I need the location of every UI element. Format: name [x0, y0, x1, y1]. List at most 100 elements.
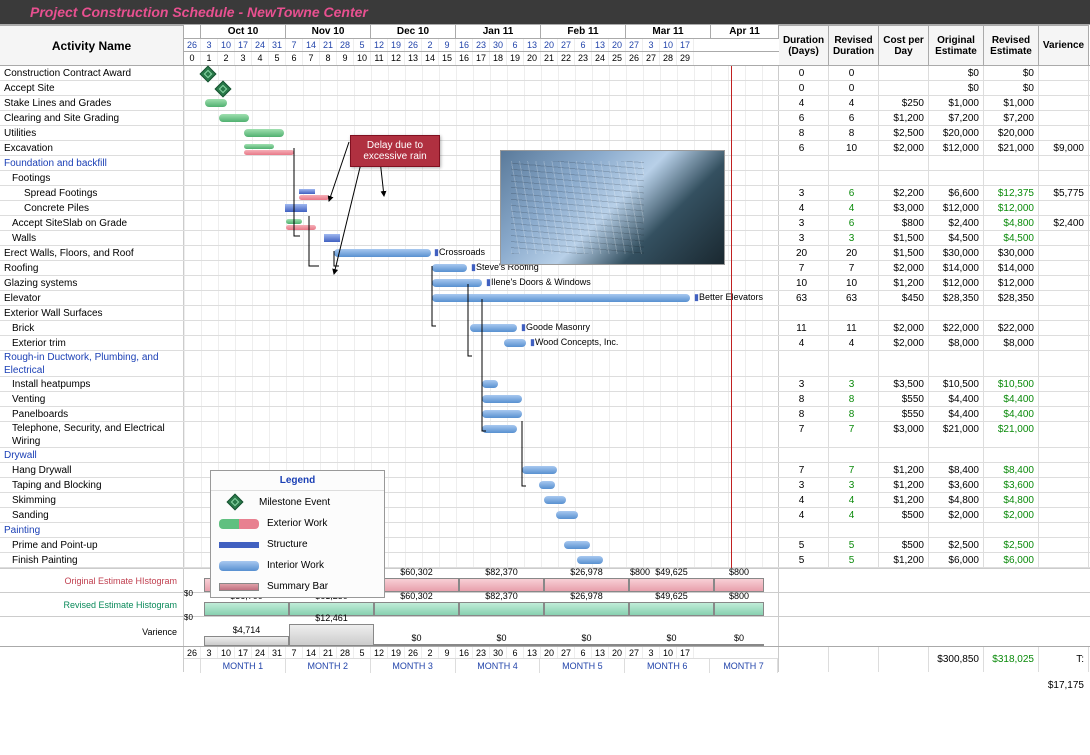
footer-month: MONTH 5 [540, 659, 625, 673]
gantt-bar[interactable] [299, 189, 315, 194]
total-oe: $300,850 [929, 647, 984, 672]
gantt-bar[interactable] [504, 339, 526, 347]
gantt-bar[interactable] [285, 204, 307, 212]
gantt-bar[interactable] [482, 410, 522, 418]
week-num: 1 [201, 52, 218, 65]
task-row[interactable]: Prime and Point-up55$500$2,500$2,500 [0, 538, 1090, 553]
gantt-bar[interactable] [556, 511, 578, 519]
hist-bar: $4,714 [204, 636, 289, 646]
task-resource-label: ▮Crossroads [434, 247, 485, 258]
task-label: Utilities [0, 126, 184, 140]
exterior-swatch-icon [219, 519, 259, 529]
task-row[interactable]: Elevator▮Better Elevators6363$450$28,350… [0, 291, 1090, 306]
gantt-bar[interactable] [432, 279, 482, 287]
gantt-bar[interactable] [324, 234, 340, 242]
task-row[interactable]: Glazing systems▮Ilene's Doors & Windows1… [0, 276, 1090, 291]
task-row[interactable]: Install heatpumps33$3,500$10,500$10,500 [0, 377, 1090, 392]
col-duration[interactable]: Duration (Days) [779, 25, 829, 65]
week-day: 26 [405, 39, 422, 51]
task-label: Walls [0, 231, 184, 245]
gantt-bar[interactable] [244, 150, 294, 155]
gantt-bar[interactable] [244, 129, 284, 137]
week-num: 2 [218, 52, 235, 65]
gantt-bar[interactable] [299, 195, 329, 200]
delay-note: Delay due to excessive rain [350, 135, 440, 167]
interior-swatch-icon [219, 561, 259, 571]
week-day: 21 [320, 39, 337, 51]
week-day: 10 [218, 39, 235, 51]
task-row[interactable]: Brick▮Goode Masonry1111$2,000$22,000$22,… [0, 321, 1090, 336]
week-day: 27 [558, 39, 575, 51]
col-re[interactable]: Revised Estimate [984, 25, 1039, 65]
task-row[interactable]: Finish Painting55$1,200$6,000$6,000 [0, 553, 1090, 568]
hist-bar: $26,978 [544, 602, 629, 616]
task-row[interactable]: Construction Contract Award00$0$0 [0, 66, 1090, 81]
var-hist-label: Varience [0, 617, 184, 646]
week-day: 20 [541, 39, 558, 51]
week-day: 31 [269, 39, 286, 51]
hist-bar: $60,302 [374, 578, 459, 592]
week-num: 16 [456, 52, 473, 65]
week-day: 17 [677, 39, 694, 51]
task-label: Elevator [0, 291, 184, 305]
gantt-bar[interactable] [482, 380, 498, 388]
page-title: Project Construction Schedule - NewTowne… [0, 0, 1090, 24]
gantt-bar[interactable] [432, 264, 467, 272]
task-resource-label: ▮Better Elevators [694, 292, 763, 303]
week-day: 28 [337, 39, 354, 51]
gantt-bar[interactable] [286, 225, 316, 230]
task-row[interactable]: Venting88$550$4,400$4,400 [0, 392, 1090, 407]
task-row[interactable]: Accept Site00$0$0 [0, 81, 1090, 96]
task-row[interactable]: Stake Lines and Grades44$250$1,000$1,000 [0, 96, 1090, 111]
gantt-bar[interactable] [244, 144, 274, 149]
gantt-bar[interactable] [522, 466, 557, 474]
milestone-icon[interactable] [200, 66, 217, 83]
task-row[interactable]: Sanding44$500$2,000$2,000 [0, 508, 1090, 523]
task-row[interactable]: Utilities88$2,500$20,000$20,000 [0, 126, 1090, 141]
week-num: 28 [660, 52, 677, 65]
task-label: Glazing systems [0, 276, 184, 290]
gantt-bar[interactable] [482, 425, 517, 433]
week-num: 5 [269, 52, 286, 65]
gantt-bar[interactable] [219, 114, 249, 122]
gantt-bar[interactable] [334, 249, 431, 257]
gantt-bar[interactable] [564, 541, 590, 549]
week-num: 7 [303, 52, 320, 65]
task-row[interactable]: Panelboards88$550$4,400$4,400 [0, 407, 1090, 422]
task-row[interactable]: Skimming44$1,200$4,800$4,800 [0, 493, 1090, 508]
task-row[interactable]: Painting [0, 523, 1090, 538]
task-label: Sanding [0, 508, 184, 522]
task-label: Clearing and Site Grading [0, 111, 184, 125]
col-var[interactable]: Varience [1039, 25, 1089, 65]
col-oe[interactable]: Original Estimate [929, 25, 984, 65]
gantt-bar[interactable] [544, 496, 566, 504]
building-photo [500, 150, 725, 265]
task-row[interactable]: Clearing and Site Grading66$1,200$7,200$… [0, 111, 1090, 126]
gantt-bar[interactable] [470, 324, 517, 332]
gantt-bar[interactable] [482, 395, 522, 403]
task-label: Spread Footings [0, 186, 184, 200]
week-day: 13 [524, 39, 541, 51]
task-row[interactable]: Rough-in Ductwork, Plumbing, and Electri… [0, 351, 1090, 377]
milestone-icon[interactable] [215, 81, 232, 98]
gantt-bar[interactable] [539, 481, 555, 489]
task-row[interactable]: Taping and Blocking33$1,200$3,600$3,600 [0, 478, 1090, 493]
col-revised[interactable]: Revised Duration [829, 25, 879, 65]
task-label: Accept SiteSlab on Grade [0, 216, 184, 230]
gantt-bar[interactable] [286, 219, 302, 224]
week-num: 19 [507, 52, 524, 65]
task-row[interactable]: Exterior Wall Surfaces [0, 306, 1090, 321]
hist-bar: $800 [714, 602, 764, 616]
col-cpd[interactable]: Cost per Day [879, 25, 929, 65]
task-row[interactable]: Drywall [0, 448, 1090, 463]
week-day: 9 [439, 39, 456, 51]
month-header: Nov 10 [286, 25, 371, 38]
gantt-bar[interactable] [577, 556, 603, 564]
task-row[interactable]: Exterior trim▮Wood Concepts, Inc.44$2,00… [0, 336, 1090, 351]
gantt-bar[interactable] [205, 99, 227, 107]
task-row[interactable]: Telephone, Security, and Electrical Wiri… [0, 422, 1090, 448]
task-label: Roofing [0, 261, 184, 275]
week-day: 3 [643, 39, 660, 51]
gantt-bar[interactable] [432, 294, 690, 302]
task-row[interactable]: Hang Drywall77$1,200$8,400$8,400 [0, 463, 1090, 478]
